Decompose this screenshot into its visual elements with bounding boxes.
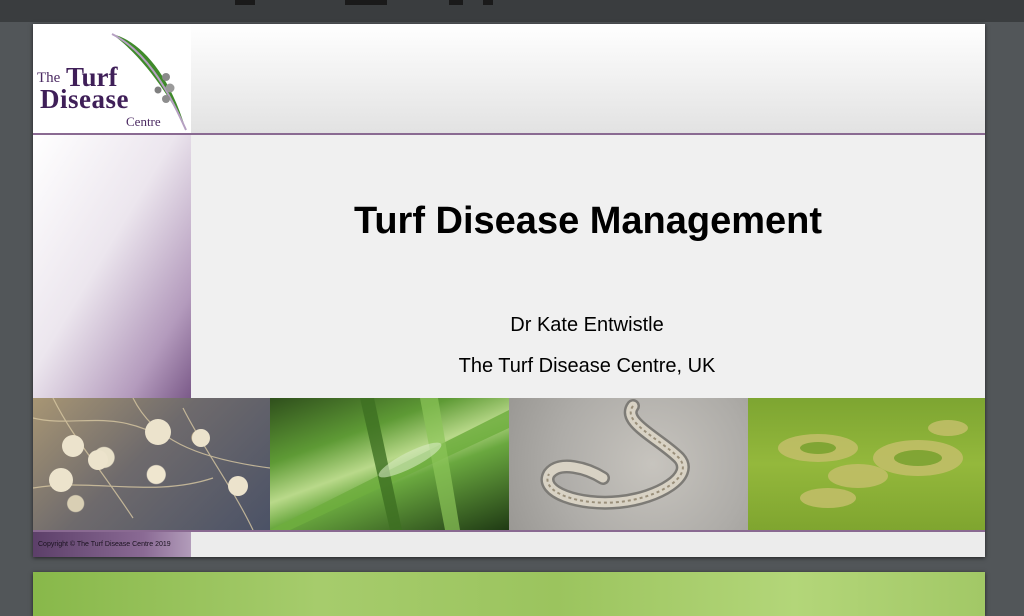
toolbar-button[interactable] <box>235 0 255 5</box>
slide-page: The Turf Disease Centre Turf Disease Man… <box>33 24 985 557</box>
next-slide-preview[interactable] <box>33 572 985 616</box>
toolbar-button[interactable] <box>483 0 493 5</box>
grass-blade-photo <box>270 398 509 530</box>
nematode-photo <box>509 398 748 530</box>
document-viewer[interactable]: The Turf Disease Centre Turf Disease Man… <box>0 22 1024 616</box>
left-gradient-band <box>33 135 191 398</box>
turf-disease-centre-logo: The Turf Disease Centre <box>33 24 191 134</box>
slide-title: Turf Disease Management <box>353 200 823 242</box>
copyright-box: Copyright © The Turf Disease Centre 2019 <box>33 532 191 557</box>
slide-author: Dr Kate Entwistle <box>510 314 664 336</box>
logo-disease-text: Disease <box>40 84 129 114</box>
logo-centre-text: Centre <box>126 114 161 129</box>
toolbar-button[interactable] <box>345 0 387 5</box>
copyright-text: Copyright © The Turf Disease Centre 2019 <box>38 541 171 548</box>
root-nodules-photo <box>33 398 270 530</box>
toolbar-button[interactable] <box>449 0 463 5</box>
diseased-turf-photo <box>748 398 985 530</box>
viewer-toolbar <box>0 0 1024 22</box>
slide-organisation: The Turf Disease Centre, UK <box>458 355 716 377</box>
photo-strip <box>33 398 985 530</box>
slide-footer: Copyright © The Turf Disease Centre 2019 <box>33 532 985 557</box>
